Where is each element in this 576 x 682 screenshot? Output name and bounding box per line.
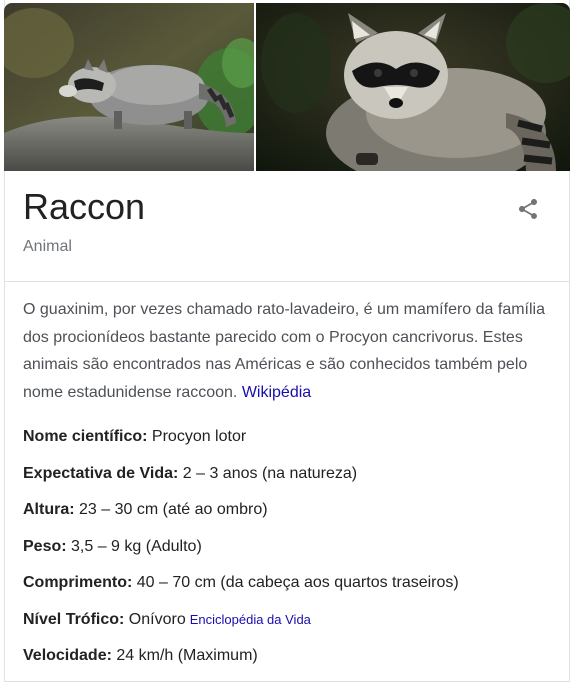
raccoon-walking-photo[interactable] bbox=[4, 3, 254, 171]
fact-height: Altura: 23 – 30 cm (até ao ombro) bbox=[23, 499, 563, 536]
share-icon bbox=[519, 199, 537, 219]
share-button[interactable] bbox=[510, 191, 546, 227]
fact-label[interactable]: Altura: bbox=[23, 501, 75, 518]
fact-life-expectancy: Expectativa de Vida: 2 – 3 anos (na natu… bbox=[23, 463, 563, 500]
panel-header: Raccon Animal bbox=[4, 171, 570, 282]
fact-scientific-name: Nome científico: Procyon lotor bbox=[23, 426, 563, 463]
fact-value: 3,5 – 9 kg (Adulto) bbox=[66, 537, 202, 555]
fact-label[interactable]: Nome científico: bbox=[23, 428, 147, 445]
fact-value: 23 – 30 cm (até ao ombro) bbox=[74, 501, 268, 518]
fact-value: 2 – 3 anos (na natureza) bbox=[178, 464, 358, 482]
facts-list: Nome científico: Procyon lotor Expectati… bbox=[23, 426, 563, 682]
wikipedia-link[interactable]: Wikipédia bbox=[242, 384, 311, 401]
fact-value[interactable]: Onívoro bbox=[124, 611, 186, 628]
raccoon-walking-image bbox=[4, 3, 254, 171]
fact-speed: Velocidade: 24 km/h (Maximum) bbox=[23, 645, 563, 682]
fact-weight: Peso: 3,5 – 9 kg (Adulto) bbox=[23, 536, 563, 573]
raccoon-closeup-photo[interactable] bbox=[256, 3, 570, 171]
fact-value: 24 km/h (Maximum) bbox=[111, 647, 258, 664]
fact-label[interactable]: Expectativa de Vida: bbox=[23, 465, 178, 482]
fact-value: 40 – 70 cm (da cabeça aos quartos trasei… bbox=[132, 574, 459, 591]
description-text: O guaxinim, por vezes chamado rato-lavad… bbox=[23, 296, 553, 406]
fact-length: Comprimento: 40 – 70 cm (da cabeça aos q… bbox=[23, 572, 563, 609]
encyclopedia-of-life-link[interactable]: Enciclopédia da Vida bbox=[190, 612, 311, 627]
raccoon-closeup-image bbox=[256, 3, 570, 171]
fact-label[interactable]: Velocidade: bbox=[23, 647, 112, 664]
entity-type-label: Animal bbox=[23, 238, 72, 255]
fact-label[interactable]: Comprimento: bbox=[23, 574, 132, 591]
fact-trophic-level: Nível Trófico: Onívoro Enciclopédia da Vi… bbox=[23, 609, 563, 646]
description-section: O guaxinim, por vezes chamado rato-lavad… bbox=[23, 296, 553, 406]
fact-label[interactable]: Nível Trófico: bbox=[23, 611, 124, 628]
fact-value[interactable]: Procyon lotor bbox=[147, 428, 246, 445]
page-title: Raccon bbox=[23, 186, 146, 227]
fact-label[interactable]: Peso: bbox=[23, 538, 67, 555]
image-strip bbox=[4, 3, 570, 171]
